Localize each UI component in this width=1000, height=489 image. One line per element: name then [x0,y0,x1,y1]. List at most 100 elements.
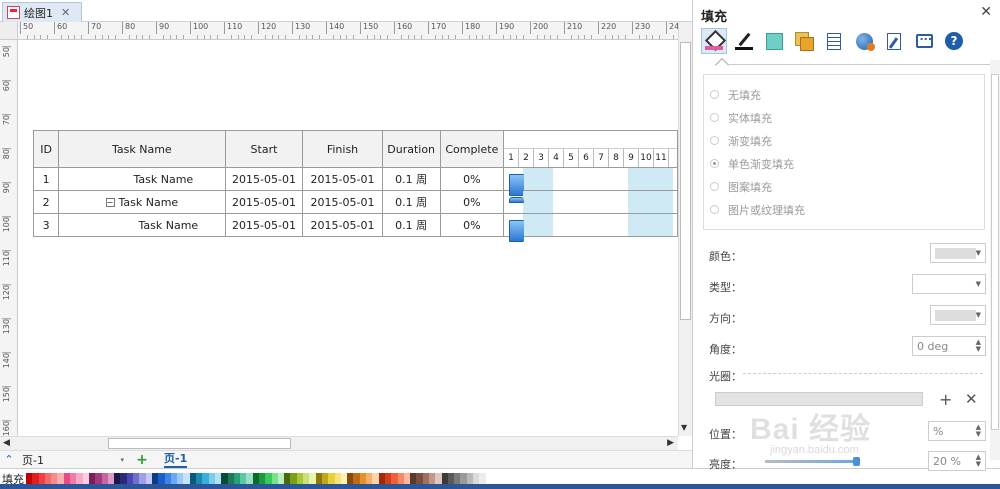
ruler-minor-tick [434,35,436,39]
panel-scroll-thumb[interactable] [991,74,999,430]
cell-task-name[interactable]: Task Name [58,167,226,191]
cell-complete[interactable]: 0% [439,167,504,191]
ruler-minor-tick [33,35,35,39]
line-tool-button[interactable] [731,28,757,54]
timeline-day-cell [598,168,613,190]
aperture-divider [743,373,983,374]
shadow-button[interactable] [791,28,817,54]
fill-tool-button[interactable] [701,28,727,54]
scroll-down-icon[interactable]: ▼ [681,423,687,432]
timeline-day-label: 1 [504,149,519,167]
ruler-minor-tick [251,35,253,39]
fill-option-label: 图片或纹理填充 [728,203,805,217]
fill-option[interactable]: 渐变填充 [704,129,984,152]
horizontal-ruler: 50 60 70 80 90 100 110 120 130 140 150 160 170 180 190… [18,22,678,40]
cell-id: 1 [32,167,60,191]
cell-start[interactable]: 2015-05-01 [224,213,304,237]
gantt-chart[interactable]: ID Task Name Start Finish Duration Compl… [32,130,678,242]
ruler-minor-tick [523,35,525,39]
collapse-up-icon[interactable]: ⌃ [0,453,18,466]
radio-icon[interactable] [710,182,719,191]
fill-option[interactable]: 实体填充 [704,106,984,129]
table-row[interactable]: 3 Task Name 2015-05-01 2015-05-01 0.1 周 0% [32,213,678,242]
ruler-tick-label: 130 [2,318,11,335]
color-picker[interactable]: ▼ [930,243,986,263]
radio-icon[interactable] [710,136,719,145]
canvas-horizontal-scrollbar[interactable]: ◀ ▶ [0,436,678,450]
panel-title: 填充 [701,10,728,25]
timeline-day-cell [537,191,553,213]
close-tab-icon[interactable]: ✕ [61,6,70,19]
ruler-minor-tick [169,35,171,39]
chevron-down-icon: ▼ [975,249,981,257]
direction-picker[interactable]: ▼ [930,305,986,325]
fill-option[interactable]: 无填充 [704,83,984,106]
scroll-left-icon[interactable]: ◀ [3,438,10,448]
fill-option[interactable]: 单色渐变填充 [704,152,984,175]
canvas-vertical-scrollbar[interactable]: ▼ [678,22,692,436]
ruler-minor-tick [570,35,572,39]
cell-finish[interactable]: 2015-05-01 [302,167,383,191]
ruler-minor-tick [312,35,314,39]
page-properties-button[interactable] [821,28,847,54]
timeline-header: 1 2 3 4 5 6 7 8 9 10 11 [502,130,678,168]
comment-button[interactable] [911,28,937,54]
hyperlink-button[interactable] [851,28,877,54]
ruler-minor-tick [455,35,457,39]
header-start: Start [224,130,304,168]
task-bar[interactable] [508,220,524,242]
page-select[interactable]: 页-1 ▾ [18,452,128,467]
summary-task-bar[interactable] [508,197,524,203]
radio-icon[interactable] [710,113,719,122]
shape-style-button[interactable] [761,28,787,54]
cell-finish[interactable]: 2015-05-01 [302,213,383,237]
ruler-minor-tick [645,35,647,39]
cell-complete[interactable]: 0% [439,190,504,214]
cell-start[interactable]: 2015-05-01 [224,190,304,214]
fill-option[interactable]: 图案填充 [704,175,984,198]
timeline-day-label: 5 [564,149,579,167]
cell-duration[interactable]: 0.1 周 [381,167,441,191]
fill-option[interactable]: 图片或纹理填充 [704,198,984,221]
add-page-button[interactable]: + [134,452,150,468]
cell-start[interactable]: 2015-05-01 [224,167,304,191]
square-icon [765,32,783,50]
horizontal-scroll-thumb[interactable] [108,438,291,449]
type-select[interactable]: ▼ [912,274,986,294]
edit-data-button[interactable] [881,28,907,54]
cell-complete[interactable]: 0% [439,213,504,237]
aperture-label: 光圈： [709,370,742,383]
radio-icon[interactable] [710,205,719,214]
ruler-tick-label: 120 [258,22,276,34]
timeline-day-cell [568,214,583,236]
timeline-day-label: 4 [549,149,564,167]
angle-value: 0 deg [917,339,949,353]
scroll-right-icon[interactable]: ▶ [667,438,674,448]
radio-icon[interactable] [710,90,719,99]
angle-spinner[interactable]: 0 deg ▲ ▼ [912,336,986,356]
chevron-down-icon: ▼ [975,311,981,319]
cell-duration[interactable]: 0.1 周 [381,213,441,237]
panel-scrollbar[interactable] [990,60,1000,460]
panel-close-icon[interactable]: ✕ [980,4,992,20]
page-tab[interactable]: 页-1 [164,452,188,468]
timeline-day-cell [613,168,628,190]
collapse-minus-icon[interactable]: − [105,198,115,207]
vertical-scroll-thumb[interactable] [680,42,691,320]
ruler-minor-tick [659,35,661,39]
timeline-day-cell [657,191,673,213]
document-tab[interactable]: 绘图1 ✕ [2,2,82,22]
help-button[interactable]: ? [941,28,967,54]
radio-icon[interactable] [710,159,719,168]
cell-duration[interactable]: 0.1 周 [381,190,441,214]
cell-task-name[interactable]: Task Name [58,213,226,237]
cell-finish[interactable]: 2015-05-01 [302,190,383,214]
table-row[interactable]: 1 Task Name 2015-05-01 2015-05-01 0.1 周 0% [32,167,678,196]
comment-icon [915,30,933,48]
ruler-tick-label: 100 [2,216,11,233]
table-row[interactable]: 2− Task Name 2015-05-01 2015-05-01 0.1 周 0% [32,190,678,214]
ruler-tick-label: 130 [292,22,310,34]
drawing-canvas[interactable]: ID Task Name Start Finish Duration Compl… [18,40,678,436]
cell-task-name[interactable]: − Task Name [58,190,226,214]
ruler-minor-tick [618,35,620,39]
